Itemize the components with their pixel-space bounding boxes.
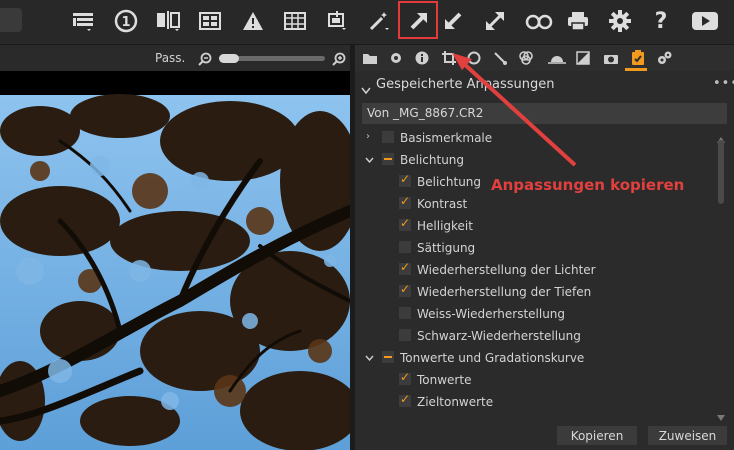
annotation-arrow	[452, 53, 577, 167]
annotation-label: Anpassungen kopieren	[491, 176, 685, 194]
